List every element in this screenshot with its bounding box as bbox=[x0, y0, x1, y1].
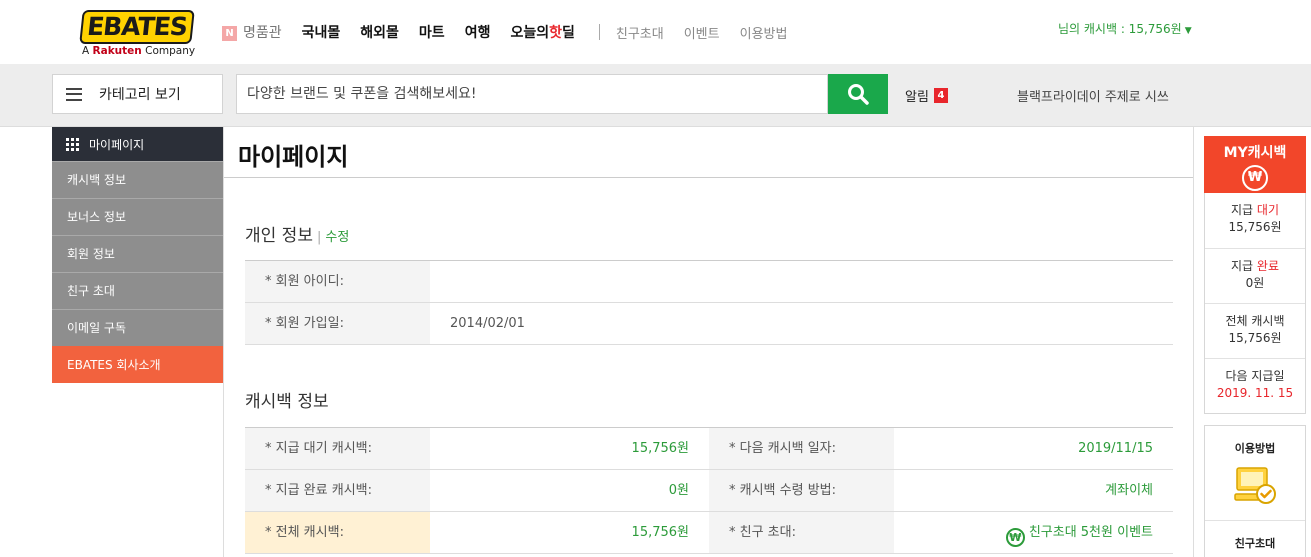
member-id-value bbox=[430, 261, 1173, 302]
nav-travel[interactable]: 여행 bbox=[465, 22, 491, 42]
nav-overseas[interactable]: 해외몰 bbox=[360, 22, 399, 42]
pending-summary: 지급 대기 15,756원 bbox=[1228, 203, 1282, 234]
search-input[interactable] bbox=[236, 74, 828, 114]
top-header: EBATES A Rakuten Company N 명품관 국내몰 해외몰 마트… bbox=[0, 0, 1311, 64]
grid-icon bbox=[66, 137, 79, 151]
left-menu-item-email[interactable]: 이메일 구독 bbox=[52, 309, 223, 346]
left-menu-item-about[interactable]: EBATES 회사소개 bbox=[52, 346, 223, 383]
invite-link[interactable]: 친구초대 bbox=[1205, 535, 1305, 551]
logo-subtitle: A Rakuten Company bbox=[82, 45, 196, 57]
left-menu-item-bonus[interactable]: 보너스 정보 bbox=[52, 198, 223, 235]
table-row: * 지급 완료 캐시백: 0원 * 캐시백 수령 방법: 계좌이체 bbox=[245, 470, 1173, 512]
nav-howto[interactable]: 이용방법 bbox=[740, 23, 788, 42]
main-content: 마이페이지 개인 정보 | 수정 * 회원 아이디: * 회원 가입일: 2014/… bbox=[223, 127, 1194, 557]
join-date-label: * 회원 가입일: bbox=[245, 303, 430, 344]
nav-luxury[interactable]: N 명품관 bbox=[222, 22, 282, 42]
search-button[interactable] bbox=[828, 74, 888, 114]
join-date-value: 2014/02/01 bbox=[450, 316, 525, 331]
nav-invite[interactable]: 친구초대 bbox=[616, 23, 664, 42]
invite-event-link[interactable]: ₩ 친구초대 5천원 이벤트 bbox=[894, 512, 1173, 553]
search-icon bbox=[848, 84, 869, 105]
howto-link[interactable]: 이용방법 bbox=[1205, 440, 1305, 456]
guide-box: 이용방법 친구초대 bbox=[1204, 425, 1306, 557]
personal-info-title: 개인 정보 | 수정 bbox=[245, 226, 350, 246]
paid-cashback-value: 0원 bbox=[668, 483, 689, 498]
next-pay-summary: 다음 지급일 2019. 11. 15 bbox=[1205, 358, 1305, 413]
personal-info-table: * 회원 아이디: * 회원 가입일: 2014/02/01 bbox=[245, 260, 1173, 345]
total-cashback-label: * 전체 캐시백: bbox=[245, 512, 430, 553]
global-nav: N 명품관 국내몰 해외몰 마트 여행 오늘의핫딜 친구초대 이벤트 이용방법 bbox=[222, 22, 807, 42]
nav-todays-deal[interactable]: 오늘의핫딜 bbox=[510, 22, 574, 42]
monitor-check-icon[interactable] bbox=[1233, 464, 1277, 506]
table-row: * 지급 대기 캐시백: 15,756원 * 다음 캐시백 일자: 2019/1… bbox=[245, 428, 1173, 470]
cashback-info-table: * 지급 대기 캐시백: 15,756원 * 다음 캐시백 일자: 2019/1… bbox=[245, 427, 1173, 554]
page-title: 마이페이지 bbox=[238, 143, 349, 171]
receive-method-label: * 캐시백 수령 방법: bbox=[709, 470, 894, 511]
nav-event[interactable]: 이벤트 bbox=[684, 23, 720, 42]
table-row: * 회원 가입일: 2014/02/01 bbox=[245, 303, 1173, 345]
next-date-label: * 다음 캐시백 일자: bbox=[709, 428, 894, 469]
ebates-logo[interactable]: EBATES A Rakuten Company bbox=[79, 10, 196, 60]
paid-cashback-label: * 지급 완료 캐시백: bbox=[245, 470, 430, 511]
receive-method-value[interactable]: 계좌이체 bbox=[894, 470, 1173, 511]
edit-link[interactable]: 수정 bbox=[325, 230, 349, 245]
my-cashback-summary: 지급 대기 15,756원 지급 완료 0원 전체 캐시백 15,756원 다음… bbox=[1204, 193, 1306, 414]
next-date-value: 2019/11/15 bbox=[1078, 441, 1153, 456]
done-summary: 지급 완료 0원 bbox=[1205, 248, 1305, 303]
table-row: * 회원 아이디: bbox=[245, 261, 1173, 303]
hamburger-icon bbox=[66, 87, 82, 101]
my-cashback-sidebar: MY캐시백 ₩ 지급 대기 15,756원 지급 완료 0원 전체 캐시백 15… bbox=[1204, 136, 1306, 557]
pending-cashback-label: * 지급 대기 캐시백: bbox=[245, 428, 430, 469]
title-divider bbox=[224, 177, 1193, 178]
nav-divider bbox=[598, 24, 600, 40]
left-menu-header[interactable]: 마이페이지 bbox=[52, 127, 223, 161]
member-id-label: * 회원 아이디: bbox=[245, 261, 430, 302]
invite-label: * 친구 초대: bbox=[709, 512, 894, 553]
alarm-count-badge: 4 bbox=[933, 88, 948, 103]
left-menu: 마이페이지 캐시백 정보 보너스 정보 회원 정보 친구 초대 이메일 구독 E… bbox=[52, 127, 223, 383]
category-button[interactable]: 카테고리 보기 bbox=[52, 74, 223, 114]
left-menu-item-invite[interactable]: 친구 초대 bbox=[52, 272, 223, 309]
cashback-info-title: 캐시백 정보 bbox=[245, 392, 329, 412]
table-row: * 전체 캐시백: 15,756원 * 친구 초대: ₩ 친구초대 5천원 이벤트 bbox=[245, 512, 1173, 554]
nav-mart[interactable]: 마트 bbox=[419, 22, 445, 42]
nav-domestic[interactable]: 국내몰 bbox=[302, 22, 341, 42]
won-icon: ₩ bbox=[1242, 165, 1268, 191]
search-bar: 카테고리 보기 알림 4 블랙프라이데이 주제로 시쓰 bbox=[0, 64, 1311, 127]
logo-wordmark: EBATES bbox=[79, 10, 195, 44]
promo-link[interactable]: 블랙프라이데이 주제로 시쓰 bbox=[1017, 86, 1169, 105]
alarm-button[interactable]: 알림 4 bbox=[905, 86, 948, 105]
pending-cashback-value: 15,756원 bbox=[631, 441, 689, 456]
left-menu-item-cashback[interactable]: 캐시백 정보 bbox=[52, 161, 223, 198]
total-cashback-value: 15,756원 bbox=[631, 525, 689, 540]
caret-down-icon: ▼ bbox=[1184, 26, 1192, 36]
left-menu-item-member[interactable]: 회원 정보 bbox=[52, 235, 223, 272]
my-cashback-header[interactable]: MY캐시백 ₩ bbox=[1204, 136, 1306, 193]
category-label: 카테고리 보기 bbox=[99, 87, 181, 103]
total-summary: 전체 캐시백 15,756원 bbox=[1205, 303, 1305, 358]
user-cashback-dropdown[interactable]: 님의 캐시백 : 15,756원 ▼ bbox=[1058, 20, 1192, 37]
divider bbox=[1205, 520, 1305, 521]
won-icon: ₩ bbox=[1005, 528, 1025, 547]
new-badge-icon: N bbox=[222, 26, 237, 41]
